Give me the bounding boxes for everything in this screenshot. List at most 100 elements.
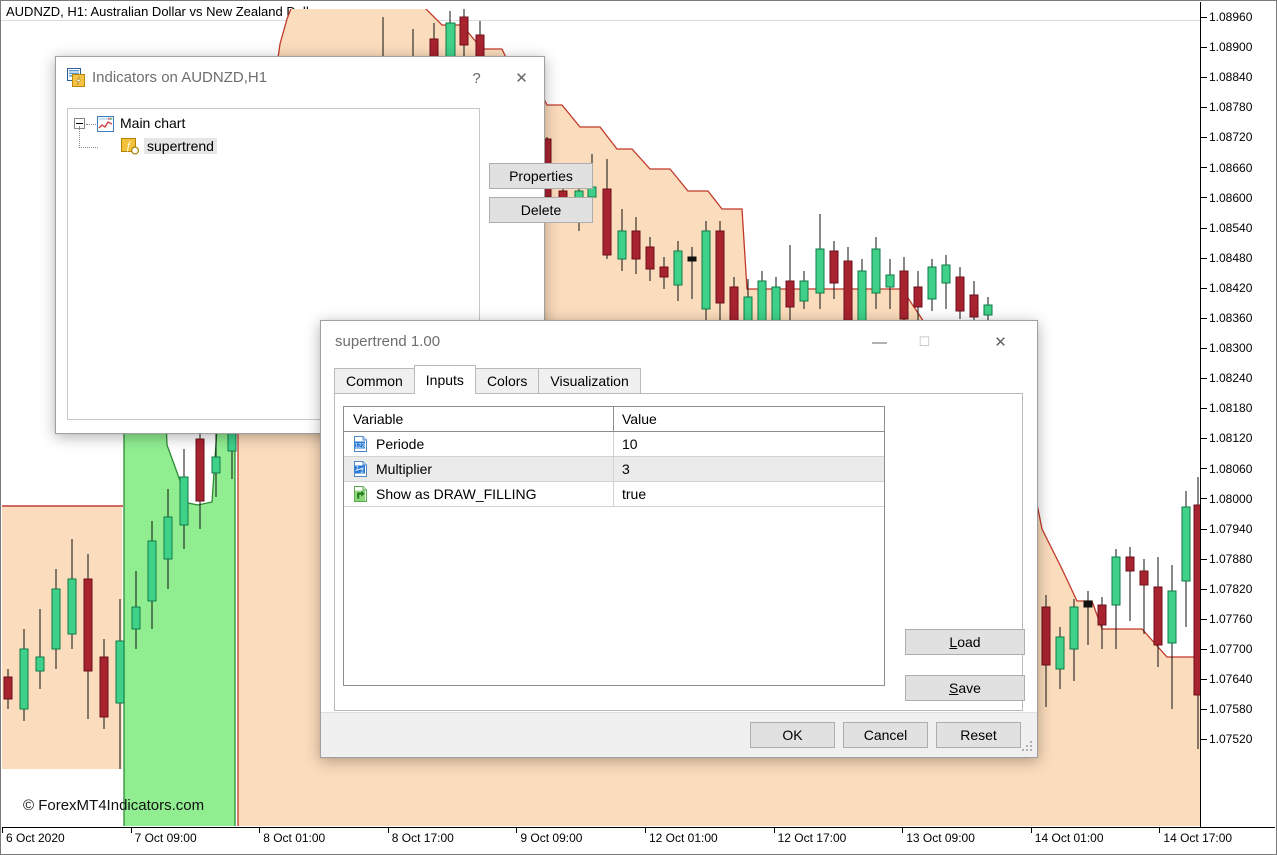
price-axis[interactable]: 1.08960 1.08900 1.08840 1.08780 1.08720 1.086…: [1200, 2, 1276, 827]
delete-button[interactable]: Delete: [489, 197, 593, 223]
tree-connector: [79, 126, 80, 146]
cancel-button[interactable]: Cancel: [843, 722, 928, 748]
time-tick-label: 8 Oct 17:00: [387, 828, 454, 845]
ok-button[interactable]: OK: [750, 722, 835, 748]
price-tick: 1.08240: [1201, 371, 1252, 385]
save-accel: S: [949, 680, 959, 696]
time-axis[interactable]: 6 Oct 2020 7 Oct 09:00 8 Oct 01:00 8 Oct 17…: [2, 827, 1275, 854]
price-tick-label: 1.08900: [1209, 40, 1253, 55]
time-tick-label: 7 Oct 09:00: [130, 828, 197, 845]
tree-row[interactable]: f supertrend: [68, 126, 479, 159]
properties-button[interactable]: Properties: [489, 163, 593, 189]
tab-inputs[interactable]: Inputs: [413, 365, 476, 394]
price-tick: 1.08720: [1201, 130, 1252, 144]
table-row[interactable]: 123 Periode 10: [344, 432, 884, 457]
tick-mark: [1201, 498, 1207, 500]
supertrend-dialog-titlebar[interactable]: supertrend 1.00 — ☐ ✕: [321, 321, 1037, 364]
tab-common[interactable]: Common: [334, 368, 415, 394]
grid-cell-variable: Show as DRAW_FILLING: [344, 482, 614, 506]
price-tick: 1.08900: [1201, 40, 1252, 54]
help-button[interactable]: ?: [454, 57, 499, 99]
table-row[interactable]: Show as DRAW_FILLING true: [344, 482, 884, 507]
tree-row[interactable]: Main chart: [68, 113, 479, 136]
tick-mark: [1201, 408, 1207, 410]
grid-header-variable: Variable: [344, 407, 614, 431]
price-tick: 1.08660: [1201, 161, 1252, 175]
supertrend-band-bullish-left: [2, 507, 122, 769]
fraction-half-icon: 1 2: [354, 461, 367, 477]
supertrend-properties-dialog[interactable]: supertrend 1.00 — ☐ ✕ Common Inputs Colo…: [320, 320, 1038, 758]
price-tick: 1.07760: [1201, 612, 1252, 626]
tick-mark: [1201, 468, 1207, 470]
price-tick-label: 1.07520: [1209, 732, 1253, 747]
save-button[interactable]: Save: [905, 675, 1025, 701]
time-tick-label: 6 Oct 2020: [2, 828, 65, 845]
grid-header-row: Variable Value: [344, 407, 884, 432]
price-tick-label: 1.08120: [1209, 431, 1253, 446]
cancel-button-label: Cancel: [863, 727, 908, 743]
price-tick: 1.07880: [1201, 552, 1252, 566]
tick-mark: [1201, 287, 1207, 289]
grid-cell-value[interactable]: 10: [614, 432, 884, 456]
variable-name: Show as DRAW_FILLING: [376, 486, 537, 502]
tab-visualization-label: Visualization: [550, 373, 629, 389]
grid-cell-value[interactable]: 3: [614, 457, 884, 481]
inputs-tab-panel: Variable Value 123 Periode 10 1 2 Multip…: [334, 393, 1025, 711]
price-tick-label: 1.08960: [1209, 10, 1253, 24]
price-tick-label: 1.08480: [1209, 250, 1253, 265]
price-tick: 1.08480: [1201, 251, 1252, 265]
price-tick-label: 1.07700: [1209, 642, 1253, 657]
indicators-close-button[interactable]: ✕: [499, 57, 544, 99]
tab-strip[interactable]: Common Inputs Colors Visualization: [334, 365, 641, 394]
time-tick-label: 12 Oct 17:00: [773, 828, 846, 845]
price-tick-label: 1.07580: [1209, 702, 1253, 717]
price-tick-label: 1.08000: [1209, 491, 1253, 506]
tick-mark: [1201, 317, 1207, 319]
price-tick-label: 1.07640: [1209, 672, 1253, 687]
tab-colors-label: Colors: [486, 373, 528, 389]
load-button[interactable]: Load: [905, 629, 1025, 655]
resize-grip[interactable]: [1021, 741, 1034, 754]
grid-cell-value[interactable]: true: [614, 482, 884, 506]
price-tick: 1.08360: [1201, 311, 1252, 325]
indicators-dialog-title: Indicators on AUDNZD,H1: [92, 69, 268, 86]
price-tick-label: 1.07940: [1209, 521, 1253, 536]
table-row[interactable]: 1 2 Multiplier 3: [344, 457, 884, 482]
tick-mark: [1201, 648, 1207, 650]
tab-colors[interactable]: Colors: [474, 368, 540, 394]
svg-text:2: 2: [360, 469, 363, 475]
tree-child-label: supertrend: [144, 138, 217, 154]
price-tick-label: 1.08420: [1209, 280, 1253, 295]
price-tick-label: 1.08540: [1209, 220, 1253, 235]
variable-name: Multiplier: [376, 461, 433, 477]
tab-inputs-label: Inputs: [425, 372, 464, 388]
reset-button[interactable]: Reset: [936, 722, 1021, 748]
boolean-arrow-icon: [354, 486, 367, 502]
minimize-button[interactable]: —: [857, 321, 902, 363]
supertrend-close-button[interactable]: ✕: [978, 321, 1023, 363]
tick-mark: [1201, 378, 1207, 380]
tick-mark: [1201, 739, 1207, 741]
indicators-app-icon: [67, 68, 85, 87]
price-tick: 1.08180: [1201, 401, 1252, 415]
tick-mark: [1201, 588, 1207, 590]
price-tick-label: 1.07760: [1209, 612, 1253, 626]
tick-mark: [1201, 679, 1207, 681]
indicators-dialog-titlebar[interactable]: Indicators on AUDNZD,H1 ? ✕: [56, 57, 544, 100]
maximize-button[interactable]: ☐: [902, 321, 947, 363]
tick-mark: [1201, 107, 1207, 109]
svg-text:123: 123: [354, 442, 365, 449]
close-icon: ✕: [515, 70, 528, 87]
price-tick-label: 1.08060: [1209, 461, 1253, 476]
inputs-parameter-grid[interactable]: Variable Value 123 Periode 10 1 2 Multip…: [343, 406, 885, 686]
price-tick-label: 1.07820: [1209, 581, 1253, 596]
tab-visualization[interactable]: Visualization: [538, 368, 641, 394]
tick-mark: [1201, 709, 1207, 711]
supertrend-dialog-title: supertrend 1.00: [335, 333, 441, 350]
grid-cell-variable: 123 Periode: [344, 432, 614, 456]
price-tick-label: 1.08300: [1209, 341, 1253, 356]
price-tick: 1.07700: [1201, 642, 1252, 656]
tick-mark: [1201, 528, 1207, 530]
price-tick: 1.08960: [1201, 10, 1252, 24]
tick-mark: [1201, 347, 1207, 349]
